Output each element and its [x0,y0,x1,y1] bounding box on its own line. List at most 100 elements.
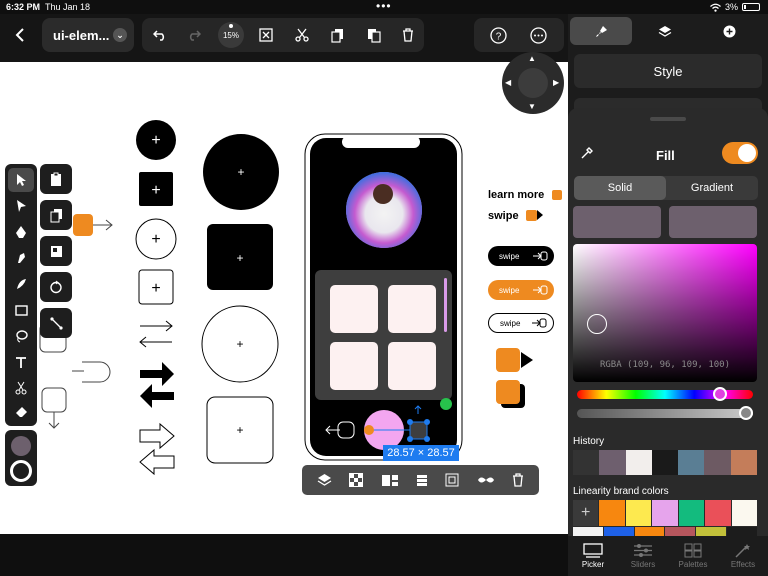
color-picker-area[interactable]: RGBA (109, 96, 109, 100) [573,244,757,382]
swipe-pill-black[interactable]: swipe [488,246,554,266]
svg-text:+: + [236,423,243,437]
pen-tool[interactable] [8,220,34,244]
tab-picker[interactable]: Picker [568,536,618,576]
hue-slider-knob[interactable] [713,387,727,401]
paste-button[interactable] [360,20,388,50]
pencil-tool[interactable] [8,246,34,270]
canvas[interactable]: + + + + + + + + learn more swipe swipe s… [0,62,568,534]
history-swatch[interactable] [625,450,652,475]
nudge-joystick[interactable]: ▲ ▼ ◀ ▶ [502,52,564,114]
distribute-icon[interactable] [416,474,428,487]
selection-tool[interactable] [8,168,34,192]
tab-style[interactable] [570,17,632,45]
tab-sliders-label: Sliders [630,560,656,569]
hue-slider[interactable] [577,387,753,401]
current-color-swatch[interactable] [669,206,757,238]
sheet-handle[interactable] [650,117,686,121]
undo-button[interactable] [146,20,174,50]
image-option[interactable] [40,236,72,266]
clipboard-option[interactable] [40,164,72,194]
layers-icon[interactable] [317,473,332,487]
paste-icon [368,28,381,43]
arrow-left-icon[interactable]: ◀ [505,78,511,87]
tab-sliders[interactable]: Sliders [618,536,668,576]
svg-text:+: + [236,337,243,351]
delete-button[interactable] [394,20,422,50]
tab-picker-label: Picker [581,560,605,569]
direct-selection-tool[interactable] [8,194,34,218]
add-swatch-button[interactable]: + [573,500,599,526]
back-button[interactable] [6,20,34,50]
history-swatch[interactable] [678,450,705,475]
redo-button[interactable] [180,20,208,50]
canvas-artwork: + + + + + + + + [39,120,562,476]
history-swatch[interactable] [730,450,757,475]
learn-more-link[interactable]: learn more [488,189,544,201]
swipe-label: swipe [488,210,519,222]
brand-swatch[interactable] [705,500,731,526]
copy-button[interactable] [324,20,352,50]
joystick-center[interactable] [518,68,548,98]
multitasking-dots-icon[interactable]: ••• [376,0,392,13]
opacity-slider-knob[interactable] [739,406,753,420]
zoom-indicator[interactable]: 15% [216,20,246,50]
document-name-button[interactable]: ui-elem... ⌄ [42,18,134,52]
tab-layers[interactable] [634,17,696,45]
arrow-down-icon[interactable]: ▼ [528,102,536,111]
brush-icon [595,25,607,37]
tab-effects[interactable]: Effects [718,536,768,576]
fill-color-swatch[interactable] [11,436,31,456]
brand-swatch[interactable] [652,500,678,526]
layers-icon [658,25,672,37]
history-swatch[interactable] [573,450,600,475]
document-option[interactable] [40,200,72,230]
brand-swatch[interactable] [678,500,705,526]
brand-swatch[interactable] [625,500,652,526]
text-tool[interactable] [8,350,34,374]
mask-icon[interactable] [477,475,495,485]
scissors-tool[interactable] [8,376,34,400]
segment-gradient[interactable]: Gradient [666,176,758,200]
checkerboard-icon[interactable] [349,473,364,487]
segment-solid[interactable]: Solid [574,176,666,200]
tab-effects-label: Effects [730,560,756,569]
trash-icon[interactable] [512,473,524,487]
rectangle-icon [14,305,28,316]
arrow-right-icon[interactable]: ▶ [553,78,559,87]
previous-color-swatch[interactable] [573,206,661,238]
brand-swatch[interactable] [599,500,625,526]
svg-text:+: + [236,251,243,265]
color-picker-knob[interactable] [587,314,607,334]
swipe-pill-orange[interactable]: swipe [488,280,554,300]
brush-tool[interactable] [8,272,34,296]
opacity-slider[interactable] [577,406,753,420]
help-button[interactable]: ? [484,20,512,50]
scale-option[interactable] [40,308,72,338]
cut-button[interactable] [288,20,316,50]
shape-tool[interactable] [8,298,34,322]
more-button[interactable] [524,20,552,50]
eraser-tool[interactable] [8,400,34,424]
frame-button[interactable] [252,20,280,50]
lasso-tool[interactable] [8,324,34,348]
eyedropper-button[interactable] [580,146,594,165]
swipe-pill-outline[interactable]: swipe [488,313,554,333]
text-icon [16,356,26,368]
history-swatch[interactable] [651,450,679,475]
plus-circle-icon [723,25,735,37]
align-icon[interactable] [381,474,399,487]
stroke-color-swatch[interactable] [10,460,32,482]
swipe-pill-label: swipe [499,285,520,295]
fill-toggle[interactable] [722,142,758,164]
crop-frame-icon[interactable] [445,473,459,487]
color-well[interactable] [5,430,37,486]
tab-add[interactable] [698,17,760,45]
fill-sheet: Fill Solid Gradient RGBA (109, 96, 109, … [568,108,768,548]
rotate-option[interactable] [40,272,72,302]
style-header[interactable]: Style [574,54,762,88]
history-swatch[interactable] [704,450,731,475]
arrow-up-icon[interactable]: ▲ [528,54,536,63]
history-swatch[interactable] [599,450,626,475]
tab-palettes[interactable]: Palettes [668,536,718,576]
brand-swatch[interactable] [731,500,757,526]
